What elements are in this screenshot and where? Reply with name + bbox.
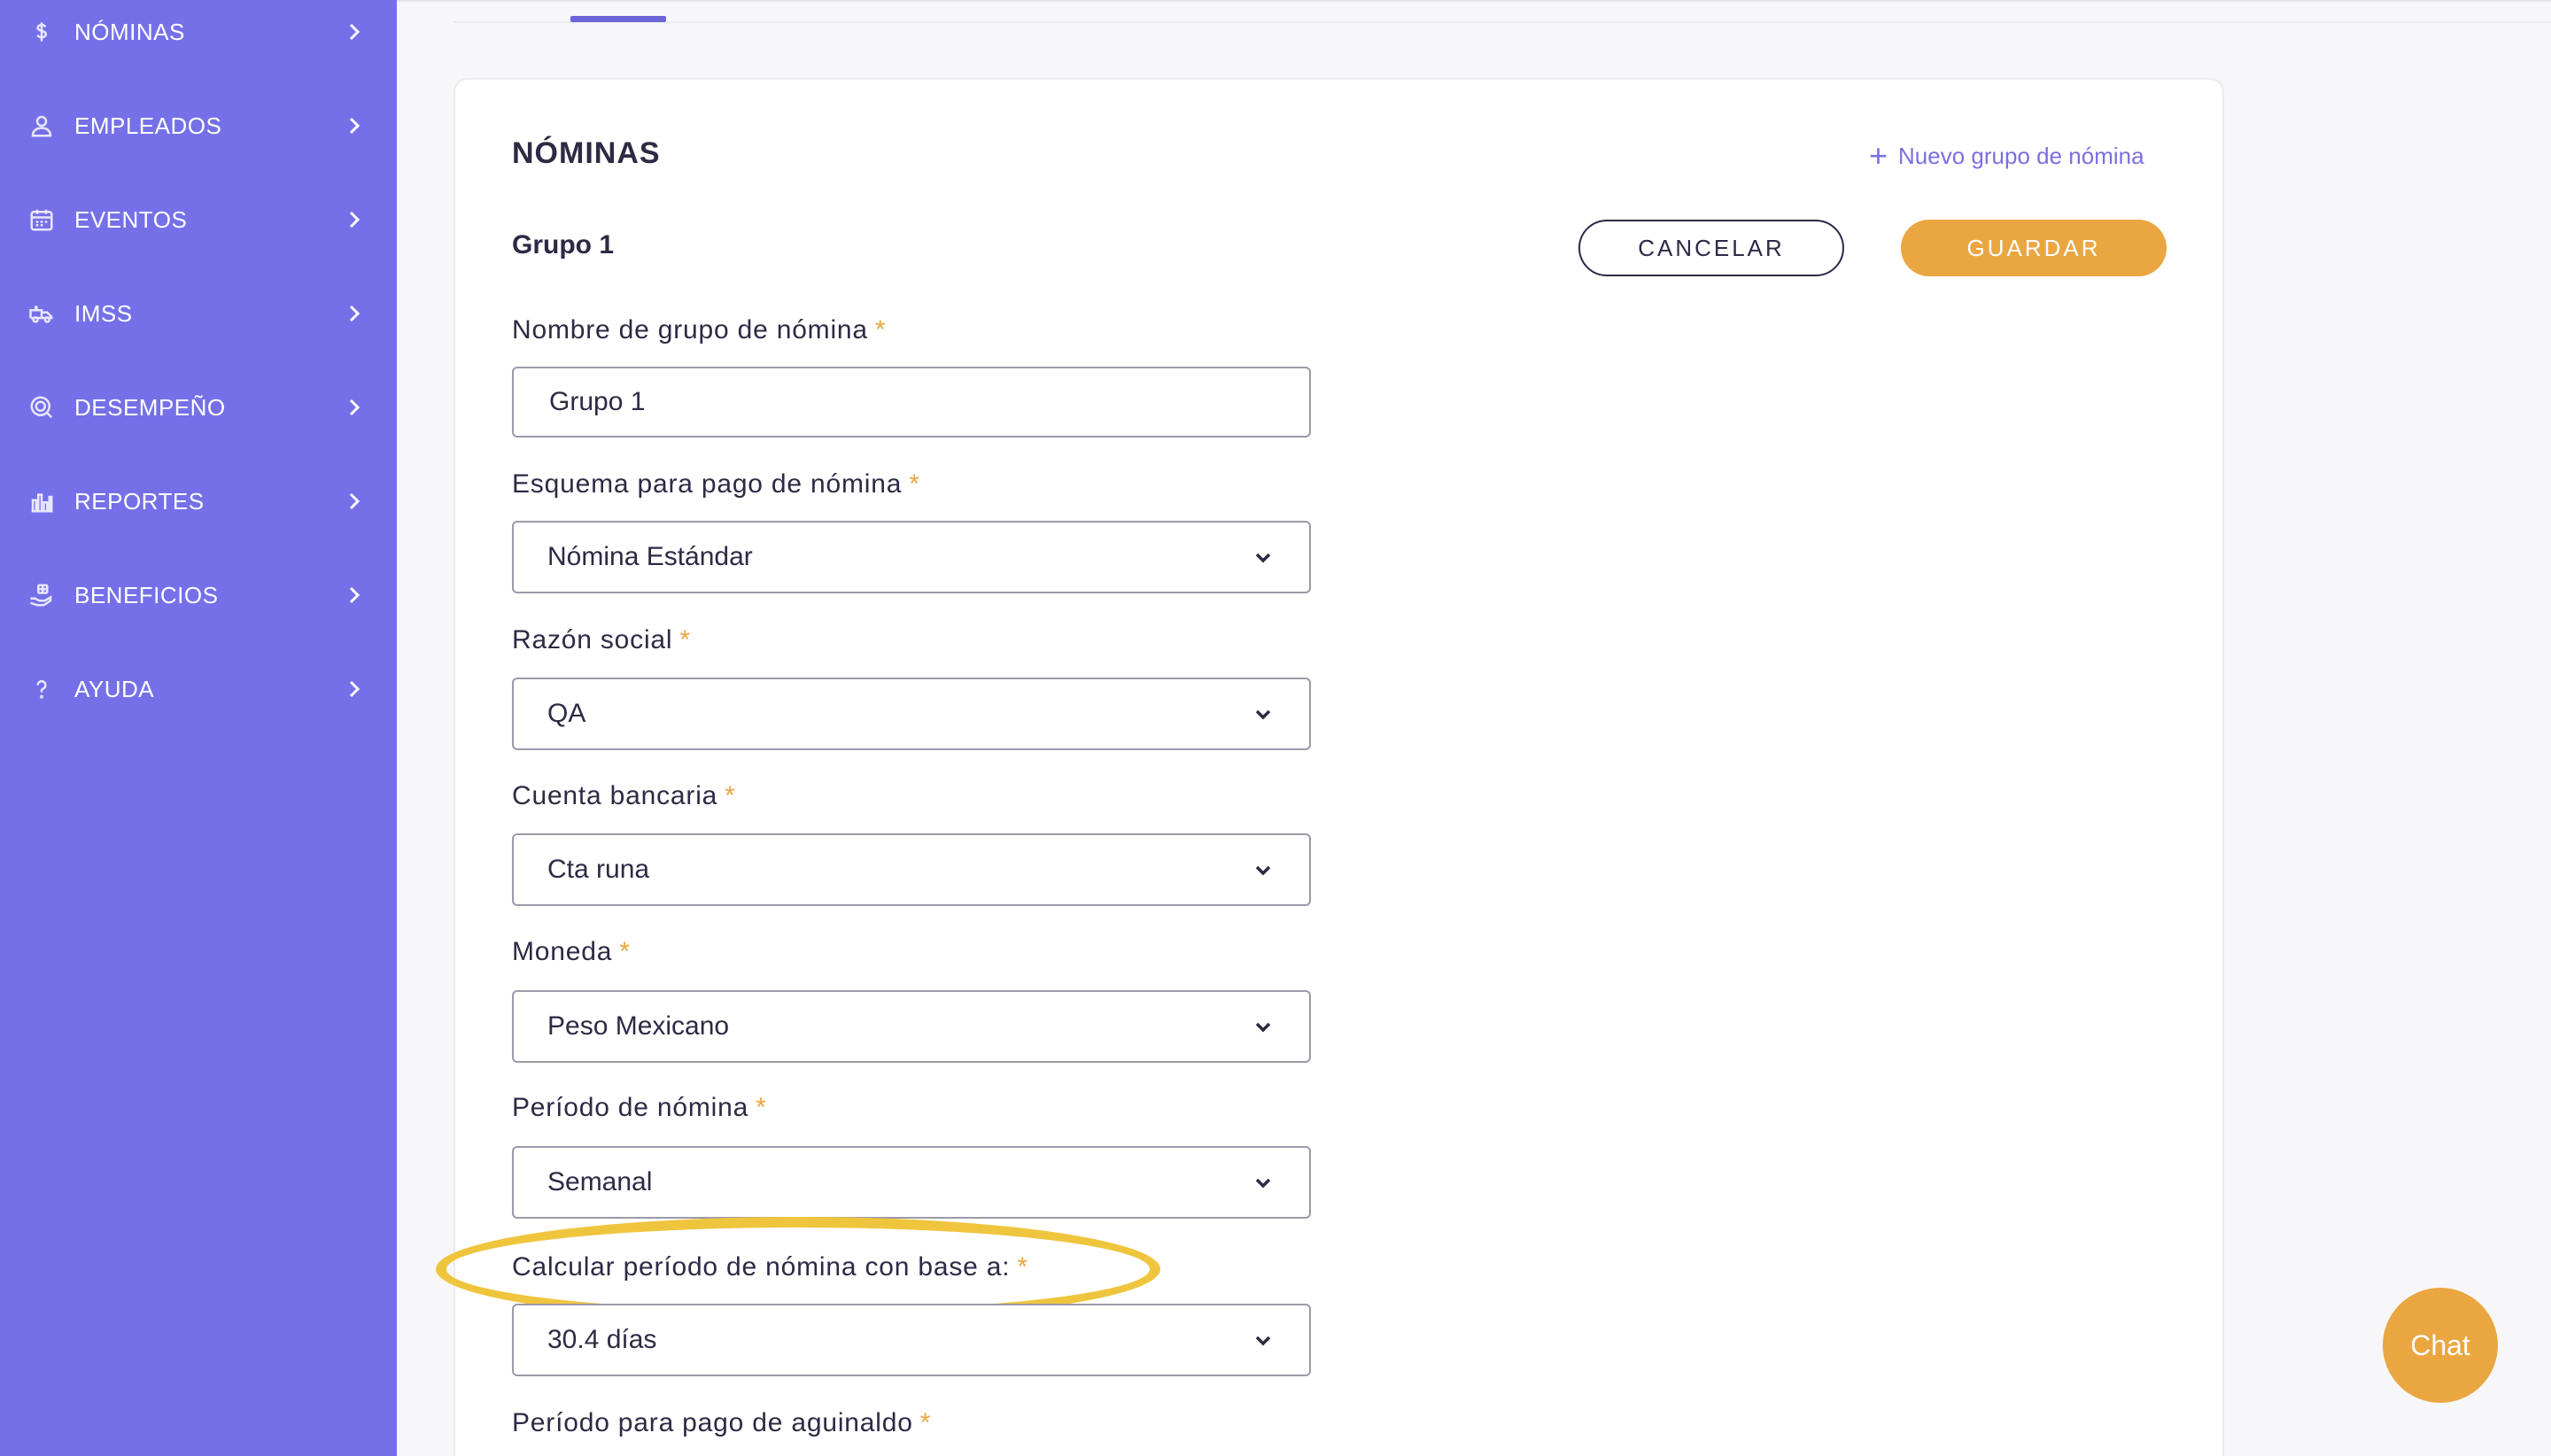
payroll-form-card: [454, 78, 2224, 1456]
group-name-label-text: Nombre de grupo de nómina: [512, 315, 868, 345]
currency-label: Moneda *: [512, 937, 631, 967]
sidebar-item-empleados[interactable]: EMPLEADOS: [0, 90, 397, 161]
currency-label-text: Moneda: [512, 937, 613, 966]
company-name-label: Razón social *: [512, 625, 691, 655]
calc-base-value: 30.4 días: [547, 1325, 657, 1354]
payment-scheme-select[interactable]: Nómina Estándar: [512, 521, 1311, 593]
question-icon: [27, 674, 57, 704]
company-name-label-text: Razón social: [512, 625, 673, 654]
sidebar-item-imss[interactable]: IMSS: [0, 278, 397, 349]
company-name-value: QA: [547, 699, 586, 728]
new-payroll-group-link[interactable]: + Nuevo grupo de nómina: [1869, 140, 2144, 172]
payroll-period-label-text: Período de nómina: [512, 1093, 749, 1122]
group-title: Grupo 1: [512, 230, 615, 259]
save-button[interactable]: GUARDAR: [1901, 220, 2167, 276]
payment-scheme-value: Nómina Estándar: [547, 542, 753, 571]
user-icon: [27, 111, 57, 141]
chevron-down-icon: [1252, 546, 1274, 568]
sidebar-item-label: BENEFICIOS: [74, 581, 219, 608]
chevron-right-icon: [344, 585, 365, 606]
bonus-period-label-text: Período para pago de aguinaldo: [512, 1408, 913, 1437]
sidebar-item-label: NÓMINAS: [74, 18, 185, 45]
page-title: NÓMINAS: [512, 136, 661, 170]
required-marker: *: [725, 781, 736, 810]
bar-chart-icon: [27, 486, 57, 516]
payroll-period-label: Período de nómina *: [512, 1093, 767, 1123]
chevron-down-icon: [1252, 1016, 1274, 1037]
currency-value: Peso Mexicano: [547, 1011, 730, 1041]
chevron-right-icon: [344, 678, 365, 700]
bank-account-value: Cta runa: [547, 855, 650, 884]
company-name-select[interactable]: QA: [512, 678, 1311, 750]
sidebar-item-label: EVENTOS: [74, 205, 188, 233]
sidebar-item-desempeno[interactable]: DESEMPEÑO: [0, 372, 397, 443]
cancel-button[interactable]: CANCELAR: [1578, 220, 1844, 276]
payroll-period-select[interactable]: Semanal: [512, 1146, 1311, 1219]
gift-hand-icon: [27, 580, 57, 610]
required-marker: *: [874, 315, 887, 345]
chevron-down-icon: [1252, 1172, 1274, 1193]
required-marker: *: [1017, 1252, 1028, 1282]
dollar-icon: [27, 17, 57, 47]
ambulance-icon: [27, 298, 57, 329]
chevron-down-icon: [1252, 1329, 1274, 1351]
chevron-right-icon: [344, 115, 365, 136]
required-marker: *: [919, 1408, 932, 1437]
chevron-right-icon: [344, 21, 365, 43]
sidebar-item-eventos[interactable]: EVENTOS: [0, 184, 397, 255]
sidebar-item-beneficios[interactable]: BENEFICIOS: [0, 560, 397, 631]
sidebar-item-label: IMSS: [74, 299, 133, 327]
bank-account-label: Cuenta bancaria *: [512, 781, 736, 811]
required-marker: *: [679, 625, 691, 654]
sidebar-item-reportes[interactable]: REPORTES: [0, 466, 397, 537]
new-payroll-group-label: Nuevo grupo de nómina: [1898, 142, 2144, 169]
sidebar-item-nominas[interactable]: NÓMINAS: [0, 0, 397, 67]
payroll-period-value: Semanal: [547, 1167, 653, 1197]
sidebar-item-label: AYUDA: [74, 675, 155, 702]
bank-account-label-text: Cuenta bancaria: [512, 781, 718, 810]
chevron-down-icon: [1252, 859, 1274, 880]
calc-base-select[interactable]: 30.4 días: [512, 1304, 1311, 1376]
sidebar-item-label: EMPLEADOS: [74, 112, 222, 139]
calc-base-label: Calcular período de nómina con base a: *: [512, 1252, 1028, 1282]
currency-select[interactable]: Peso Mexicano: [512, 990, 1311, 1063]
active-tab-indicator: [570, 16, 666, 22]
payment-scheme-label-text: Esquema para pago de nómina: [512, 469, 903, 499]
plus-icon: +: [1869, 137, 1888, 174]
chat-button[interactable]: Chat: [2383, 1288, 2498, 1403]
required-marker: *: [619, 937, 631, 966]
chevron-right-icon: [344, 397, 365, 418]
bank-account-select[interactable]: Cta runa: [512, 833, 1311, 906]
chevron-right-icon: [344, 303, 365, 324]
tab-strip: [454, 21, 2551, 23]
sidebar-item-ayuda[interactable]: AYUDA: [0, 654, 397, 724]
payment-scheme-label: Esquema para pago de nómina *: [512, 469, 920, 500]
required-marker: *: [909, 469, 920, 499]
sidebar: NÓMINAS EMPLEADOS EVENTOS IMSS DESEMPEÑO…: [0, 0, 397, 1456]
required-marker: *: [756, 1093, 767, 1122]
bonus-period-label: Período para pago de aguinaldo *: [512, 1408, 931, 1438]
chevron-down-icon: [1252, 703, 1274, 724]
sidebar-item-label: DESEMPEÑO: [74, 393, 226, 421]
sidebar-item-label: REPORTES: [74, 487, 205, 515]
calc-base-label-text: Calcular período de nómina con base a:: [512, 1252, 1011, 1282]
chevron-right-icon: [344, 209, 365, 230]
group-name-input[interactable]: [512, 367, 1311, 438]
group-name-label: Nombre de grupo de nómina *: [512, 315, 886, 345]
top-border: [397, 0, 2551, 2]
chevron-right-icon: [344, 491, 365, 512]
calendar-icon: [27, 205, 57, 235]
performance-icon: [27, 392, 57, 422]
